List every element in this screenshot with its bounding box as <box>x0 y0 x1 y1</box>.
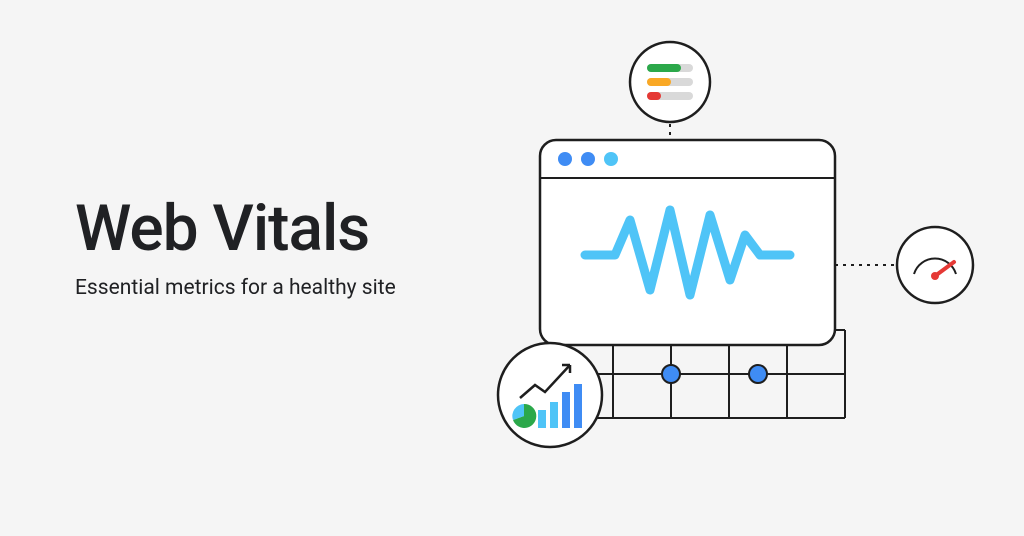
browser-window-icon <box>540 140 835 345</box>
hero-text: Web Vitals Essential metrics for a healt… <box>75 195 396 300</box>
page-subtitle: Essential metrics for a healthy site <box>75 276 396 300</box>
metrics-bars-icon <box>630 42 710 122</box>
page-title: Web Vitals <box>75 195 396 262</box>
speed-gauge-icon <box>897 227 973 303</box>
hero-illustration <box>480 40 1000 510</box>
analytics-chart-icon <box>498 343 602 447</box>
